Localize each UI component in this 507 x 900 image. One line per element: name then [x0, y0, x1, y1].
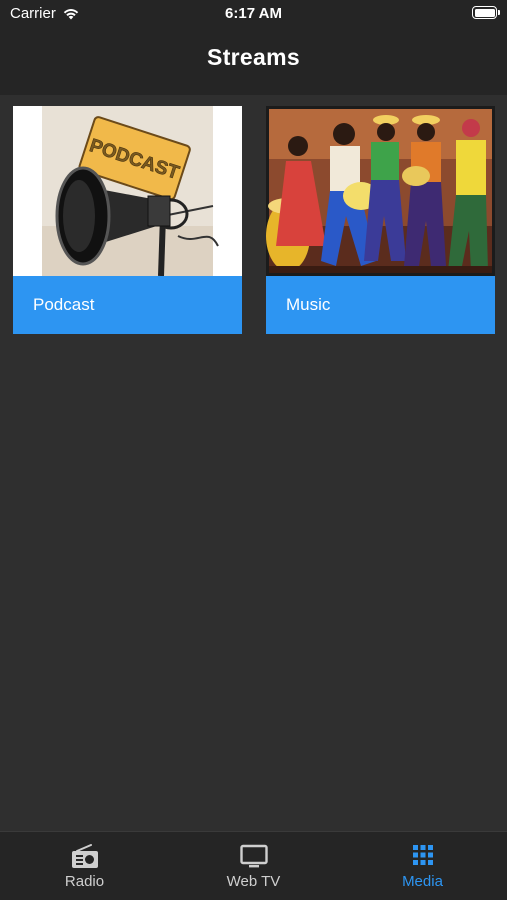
tab-label-media: Media	[402, 873, 443, 890]
battery-icon	[472, 6, 500, 19]
tab-label-radio: Radio	[64, 873, 105, 890]
stream-card-music[interactable]: Music	[266, 106, 495, 334]
tab-media[interactable]: Media	[338, 832, 507, 900]
music-thumbnail	[266, 106, 495, 276]
podcast-microphone-illustration: PODCAST	[13, 106, 242, 276]
tab-radio[interactable]: Radio	[0, 832, 169, 900]
tab-web-tv[interactable]: Web TV	[169, 832, 338, 900]
tab-bar: Radio Web TV Media	[0, 831, 507, 900]
stream-label: Music	[286, 295, 331, 314]
stream-card-podcast[interactable]: PODCAST Podcast	[13, 106, 242, 334]
podcast-label-bar: Podcast	[13, 276, 242, 334]
grid-icon	[412, 845, 433, 865]
radio-icon	[71, 844, 98, 868]
status-time: 6:17 AM	[225, 5, 282, 22]
podcast-thumbnail: PODCAST	[13, 106, 242, 276]
tv-icon	[239, 844, 268, 868]
dancers-and-musicians-painting	[266, 106, 495, 276]
tab-label-web-tv: Web TV	[226, 873, 281, 890]
app-screen: Carrier 6:17 AM Streams PODCAST Podcast …	[0, 0, 507, 900]
stream-label: Podcast	[33, 295, 95, 314]
status-bar: Carrier 6:17 AM	[0, 0, 507, 28]
music-label-bar: Music	[266, 276, 495, 334]
page-title: Streams	[207, 44, 300, 70]
top-bar: Carrier 6:17 AM Streams	[0, 0, 507, 95]
